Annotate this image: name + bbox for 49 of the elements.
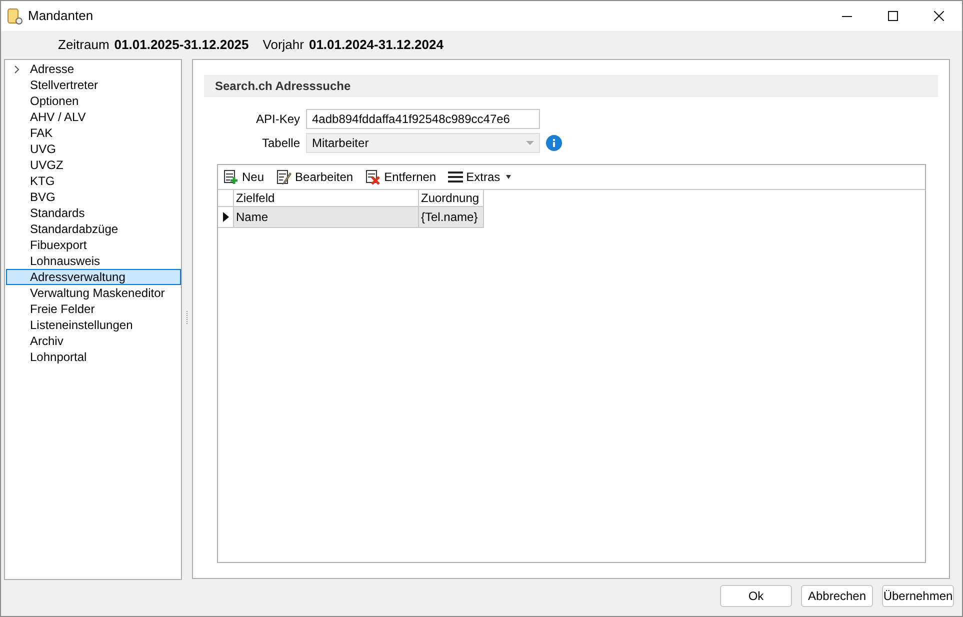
extras-menu-button[interactable]: Extras (448, 167, 512, 187)
tree-item[interactable]: BVG (6, 189, 181, 205)
tree-item[interactable]: Standardabzüge (6, 221, 181, 237)
tree-item[interactable]: Lohnportal (6, 349, 181, 365)
apply-button[interactable]: Übernehmen (882, 585, 954, 607)
tree-item[interactable]: UVGZ (6, 157, 181, 173)
table-row[interactable]: Name {Tel.name} (218, 207, 484, 228)
cancel-button[interactable]: Abbrechen (801, 585, 873, 607)
tree-item[interactable]: Lohnausweis (6, 253, 181, 269)
tree-item[interactable]: AHV / ALV (6, 109, 181, 125)
period-value: 01.01.2025-31.12.2025 (114, 36, 249, 54)
table-cell: Name (234, 207, 419, 228)
ok-button[interactable]: Ok (720, 585, 792, 607)
row-pointer-icon (222, 212, 228, 222)
api-key-label: API-Key (254, 111, 301, 128)
tree-item[interactable]: Adresse (6, 61, 181, 77)
period-label: Zeitraum (58, 36, 110, 54)
previous-year-label: Vorjahr (262, 36, 304, 54)
tree-item[interactable]: Archiv (6, 333, 181, 349)
close-icon (934, 11, 944, 21)
previous-year-value: 01.01.2024-31.12.2024 (308, 36, 444, 54)
table-select-label: Tabelle (260, 135, 301, 152)
section-header: Search.ch Adresssuche (204, 75, 938, 97)
table-cell: {Tel.name} (419, 207, 484, 228)
tree-item[interactable]: FAK (6, 125, 181, 141)
tree-item[interactable]: Stellvertreter (6, 77, 181, 93)
window-title: Mandanten (28, 7, 94, 26)
tree-item[interactable]: Fibuexport (6, 237, 181, 253)
api-key-field[interactable]: 4adb894fddaffa41f92548c989cc47e6 (306, 109, 540, 129)
tree-item[interactable]: Listeneinstellungen (6, 317, 181, 333)
maximize-icon (888, 11, 898, 21)
menu-icon (448, 171, 464, 183)
toolbar-button[interactable]: Neu (223, 167, 264, 187)
edit-document-icon (276, 169, 292, 185)
tree-item[interactable]: KTG (6, 173, 181, 189)
caret-icon (506, 175, 512, 179)
tree-item[interactable]: UVG (6, 141, 181, 157)
tree-item[interactable]: Verwaltung Maskeneditor (6, 285, 181, 301)
toolbar-button[interactable]: Bearbeiten (276, 167, 354, 187)
info-icon[interactable] (546, 135, 562, 151)
expand-chevron-icon[interactable] (14, 64, 20, 74)
add-document-icon (223, 169, 239, 185)
toolbar-button[interactable]: Entfernen (365, 167, 436, 187)
tree-item[interactable]: Freie Felder (6, 301, 181, 317)
tree-item[interactable]: Optionen (6, 93, 181, 109)
delete-document-icon (365, 169, 382, 185)
tree-item[interactable]: Adressverwaltung (6, 269, 181, 285)
app-icon (7, 7, 23, 25)
tree-item[interactable]: Standards (6, 205, 181, 221)
